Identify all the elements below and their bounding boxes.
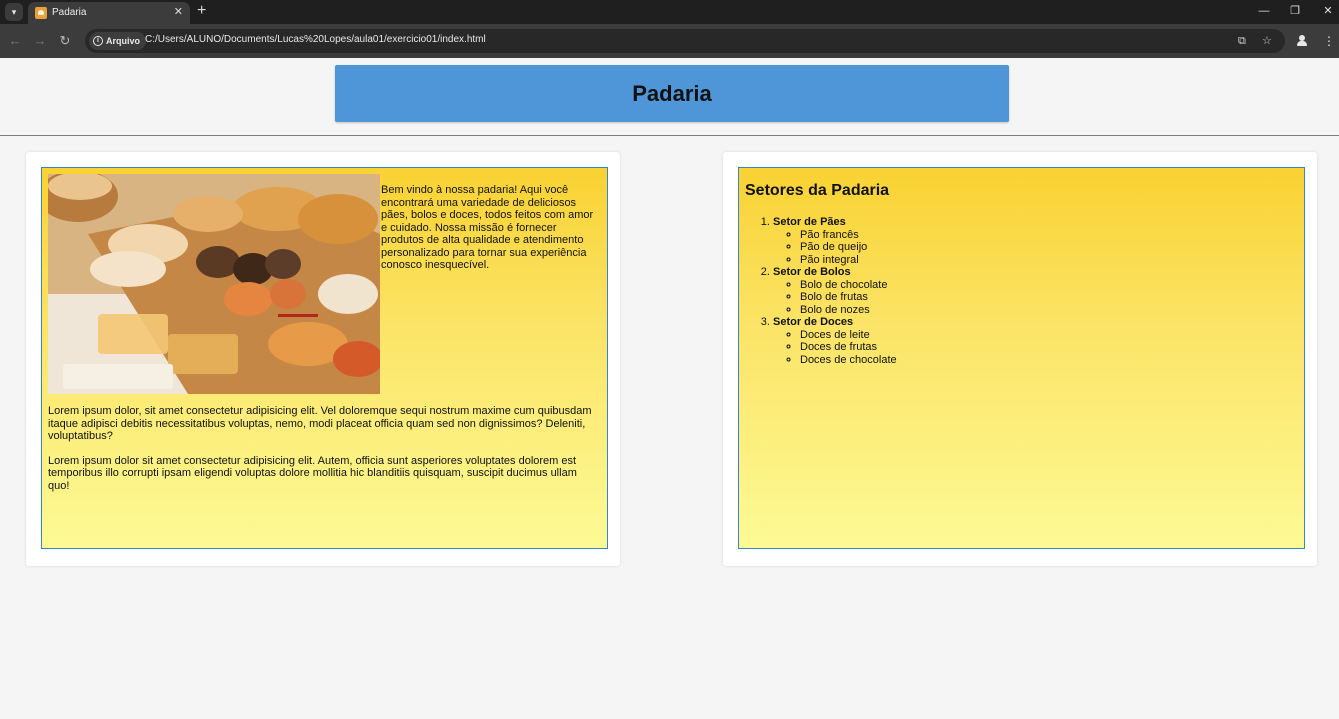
product-item: Doces de chocolate xyxy=(800,354,1298,367)
sectors-title: Setores da Padaria xyxy=(745,182,890,199)
sectors-card-body: Setores da Padaria Setor de Pães Pão fra… xyxy=(738,167,1305,549)
reload-icon[interactable]: ↻ xyxy=(56,32,74,50)
header-divider xyxy=(0,135,1339,136)
sector-name: Setor de Pães xyxy=(773,216,846,228)
sector-name: Setor de Doces xyxy=(773,316,854,328)
sector-item: Setor de Pães Pão francês Pão de queijo … xyxy=(773,216,1298,266)
product-item: Doces de frutas xyxy=(800,341,1298,354)
address-bar[interactable]: i Arquivo C:/Users/ALUNO/Documents/Lucas… xyxy=(85,29,1285,53)
product-item: Bolo de chocolate xyxy=(800,279,1298,292)
about-card: Bem vindo à nossa padaria! Aqui você enc… xyxy=(26,152,620,566)
back-icon[interactable]: ← xyxy=(6,32,24,50)
translate-icon[interactable]: ⧉ xyxy=(1238,32,1246,50)
sectors-card: Setores da Padaria Setor de Pães Pão fra… xyxy=(723,152,1317,566)
lorem-paragraph-2: Lorem ipsum dolor sit amet consectetur a… xyxy=(48,454,577,492)
tab-title: Padaria xyxy=(52,7,87,18)
sector-item: Setor de Bolos Bolo de chocolate Bolo de… xyxy=(773,266,1298,316)
product-item: Doces de leite xyxy=(800,329,1298,342)
forward-icon[interactable]: → xyxy=(31,32,49,50)
product-item: Pão de queijo xyxy=(800,241,1298,254)
browser-toolbar: ← → ↻ i Arquivo C:/Users/ALUNO/Documents… xyxy=(0,24,1339,58)
info-icon: i xyxy=(93,36,103,46)
menu-kebab-icon[interactable]: ⋮ xyxy=(1323,32,1335,50)
close-window-icon[interactable]: ✕ xyxy=(1318,3,1338,19)
browser-tab[interactable]: Padaria ✕ xyxy=(28,2,190,24)
about-card-body: Bem vindo à nossa padaria! Aqui você enc… xyxy=(41,167,608,549)
url-text[interactable]: C:/Users/ALUNO/Documents/Lucas%20Lopes/a… xyxy=(145,34,486,45)
tab-search-icon[interactable]: ▾ xyxy=(5,3,23,21)
sector-products: Doces de leite Doces de frutas Doces de … xyxy=(800,329,1298,367)
bookmark-star-icon[interactable]: ☆ xyxy=(1262,32,1272,50)
product-item: Pão francês xyxy=(800,229,1298,242)
page-title: Padaria xyxy=(632,80,712,106)
lorem-paragraph-1: Lorem ipsum dolor, sit amet consectetur … xyxy=(48,405,592,442)
site-info-chip[interactable]: i Arquivo xyxy=(89,32,147,50)
minimize-icon[interactable]: — xyxy=(1254,3,1274,19)
page-viewport: Padaria Bem vindo à nossa padaria! Aqui … xyxy=(0,58,1339,719)
bakery-image xyxy=(48,174,380,394)
profile-icon[interactable] xyxy=(1296,35,1308,47)
product-item: Pão integral xyxy=(800,254,1298,267)
bakery-illustration xyxy=(48,174,380,394)
sector-item: Setor de Doces Doces de leite Doces de f… xyxy=(773,316,1298,366)
close-tab-icon[interactable]: ✕ xyxy=(174,5,183,20)
restore-icon[interactable]: ❐ xyxy=(1285,3,1305,19)
sectors-list: Setor de Pães Pão francês Pão de queijo … xyxy=(773,216,1298,366)
sector-products: Pão francês Pão de queijo Pão integral xyxy=(800,229,1298,267)
site-info-label: Arquivo xyxy=(106,36,141,46)
site-header: Padaria xyxy=(335,65,1009,122)
sector-name: Setor de Bolos xyxy=(773,266,851,278)
product-item: Bolo de nozes xyxy=(800,304,1298,317)
new-tab-icon[interactable]: + xyxy=(197,2,206,20)
product-item: Bolo de frutas xyxy=(800,291,1298,304)
browser-tabbar: ▾ Padaria ✕ + — ❐ ✕ xyxy=(0,0,1339,24)
bread-favicon-icon xyxy=(35,7,47,19)
sector-products: Bolo de chocolate Bolo de frutas Bolo de… xyxy=(800,279,1298,317)
